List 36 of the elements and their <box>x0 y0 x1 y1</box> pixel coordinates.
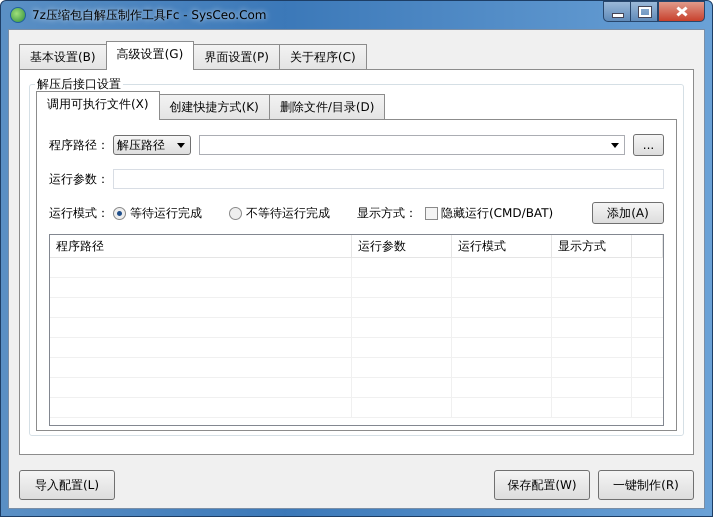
path-type-dropdown[interactable]: 解压路径 <box>113 135 191 155</box>
column-header[interactable]: 显示方式 <box>552 235 632 257</box>
checkbox[interactable] <box>425 206 438 220</box>
column-header[interactable]: 运行模式 <box>452 235 552 257</box>
close-button[interactable] <box>658 1 705 22</box>
tab[interactable]: 界面设置(P) <box>193 44 280 69</box>
path-combo-field[interactable] <box>199 135 625 155</box>
dropdown-arrow-icon <box>177 142 185 148</box>
tab[interactable]: 创建快捷方式(K) <box>158 94 270 119</box>
field-label: 运行模式： <box>49 204 110 222</box>
app-icon <box>10 7 26 23</box>
add-button[interactable]: 添加(A) <box>592 202 664 224</box>
checkbox-label: 隐藏运行(CMD/BAT) <box>441 204 554 222</box>
field-label: 运行参数： <box>49 170 110 188</box>
column-header[interactable]: 运行参数 <box>352 235 452 257</box>
minimize-button[interactable] <box>603 1 630 22</box>
tab[interactable]: 高级设置(G) <box>106 41 194 70</box>
field-label: 显示方式： <box>357 204 417 222</box>
window-title: 7z压缩包自解压制作工具Fc - SysCeo.Com <box>32 6 268 24</box>
maximize-button[interactable] <box>630 1 658 22</box>
column-header[interactable]: 程序路径 <box>50 235 352 257</box>
browse-button[interactable]: ... <box>633 134 664 156</box>
save-button[interactable]: 保存配置(W) <box>494 470 590 500</box>
option-label: 等待运行完成 <box>130 204 202 222</box>
dropdown-arrow-icon <box>611 142 619 148</box>
tab[interactable]: 关于程序(C) <box>278 44 367 69</box>
field-label: 程序路径： <box>49 136 110 154</box>
build-button[interactable]: 一键制作(R) <box>598 470 694 500</box>
tab[interactable]: 调用可执行文件(X) <box>36 91 160 120</box>
import-button[interactable]: 导入配置(L) <box>19 470 115 500</box>
args-input-field[interactable] <box>113 169 664 189</box>
radio-button[interactable] <box>113 206 126 220</box>
tab[interactable]: 删除文件/目录(D) <box>268 94 386 119</box>
radio-button[interactable] <box>229 206 242 220</box>
option-label: 不等待运行完成 <box>246 204 330 222</box>
tab[interactable]: 基本设置(B) <box>19 44 107 69</box>
